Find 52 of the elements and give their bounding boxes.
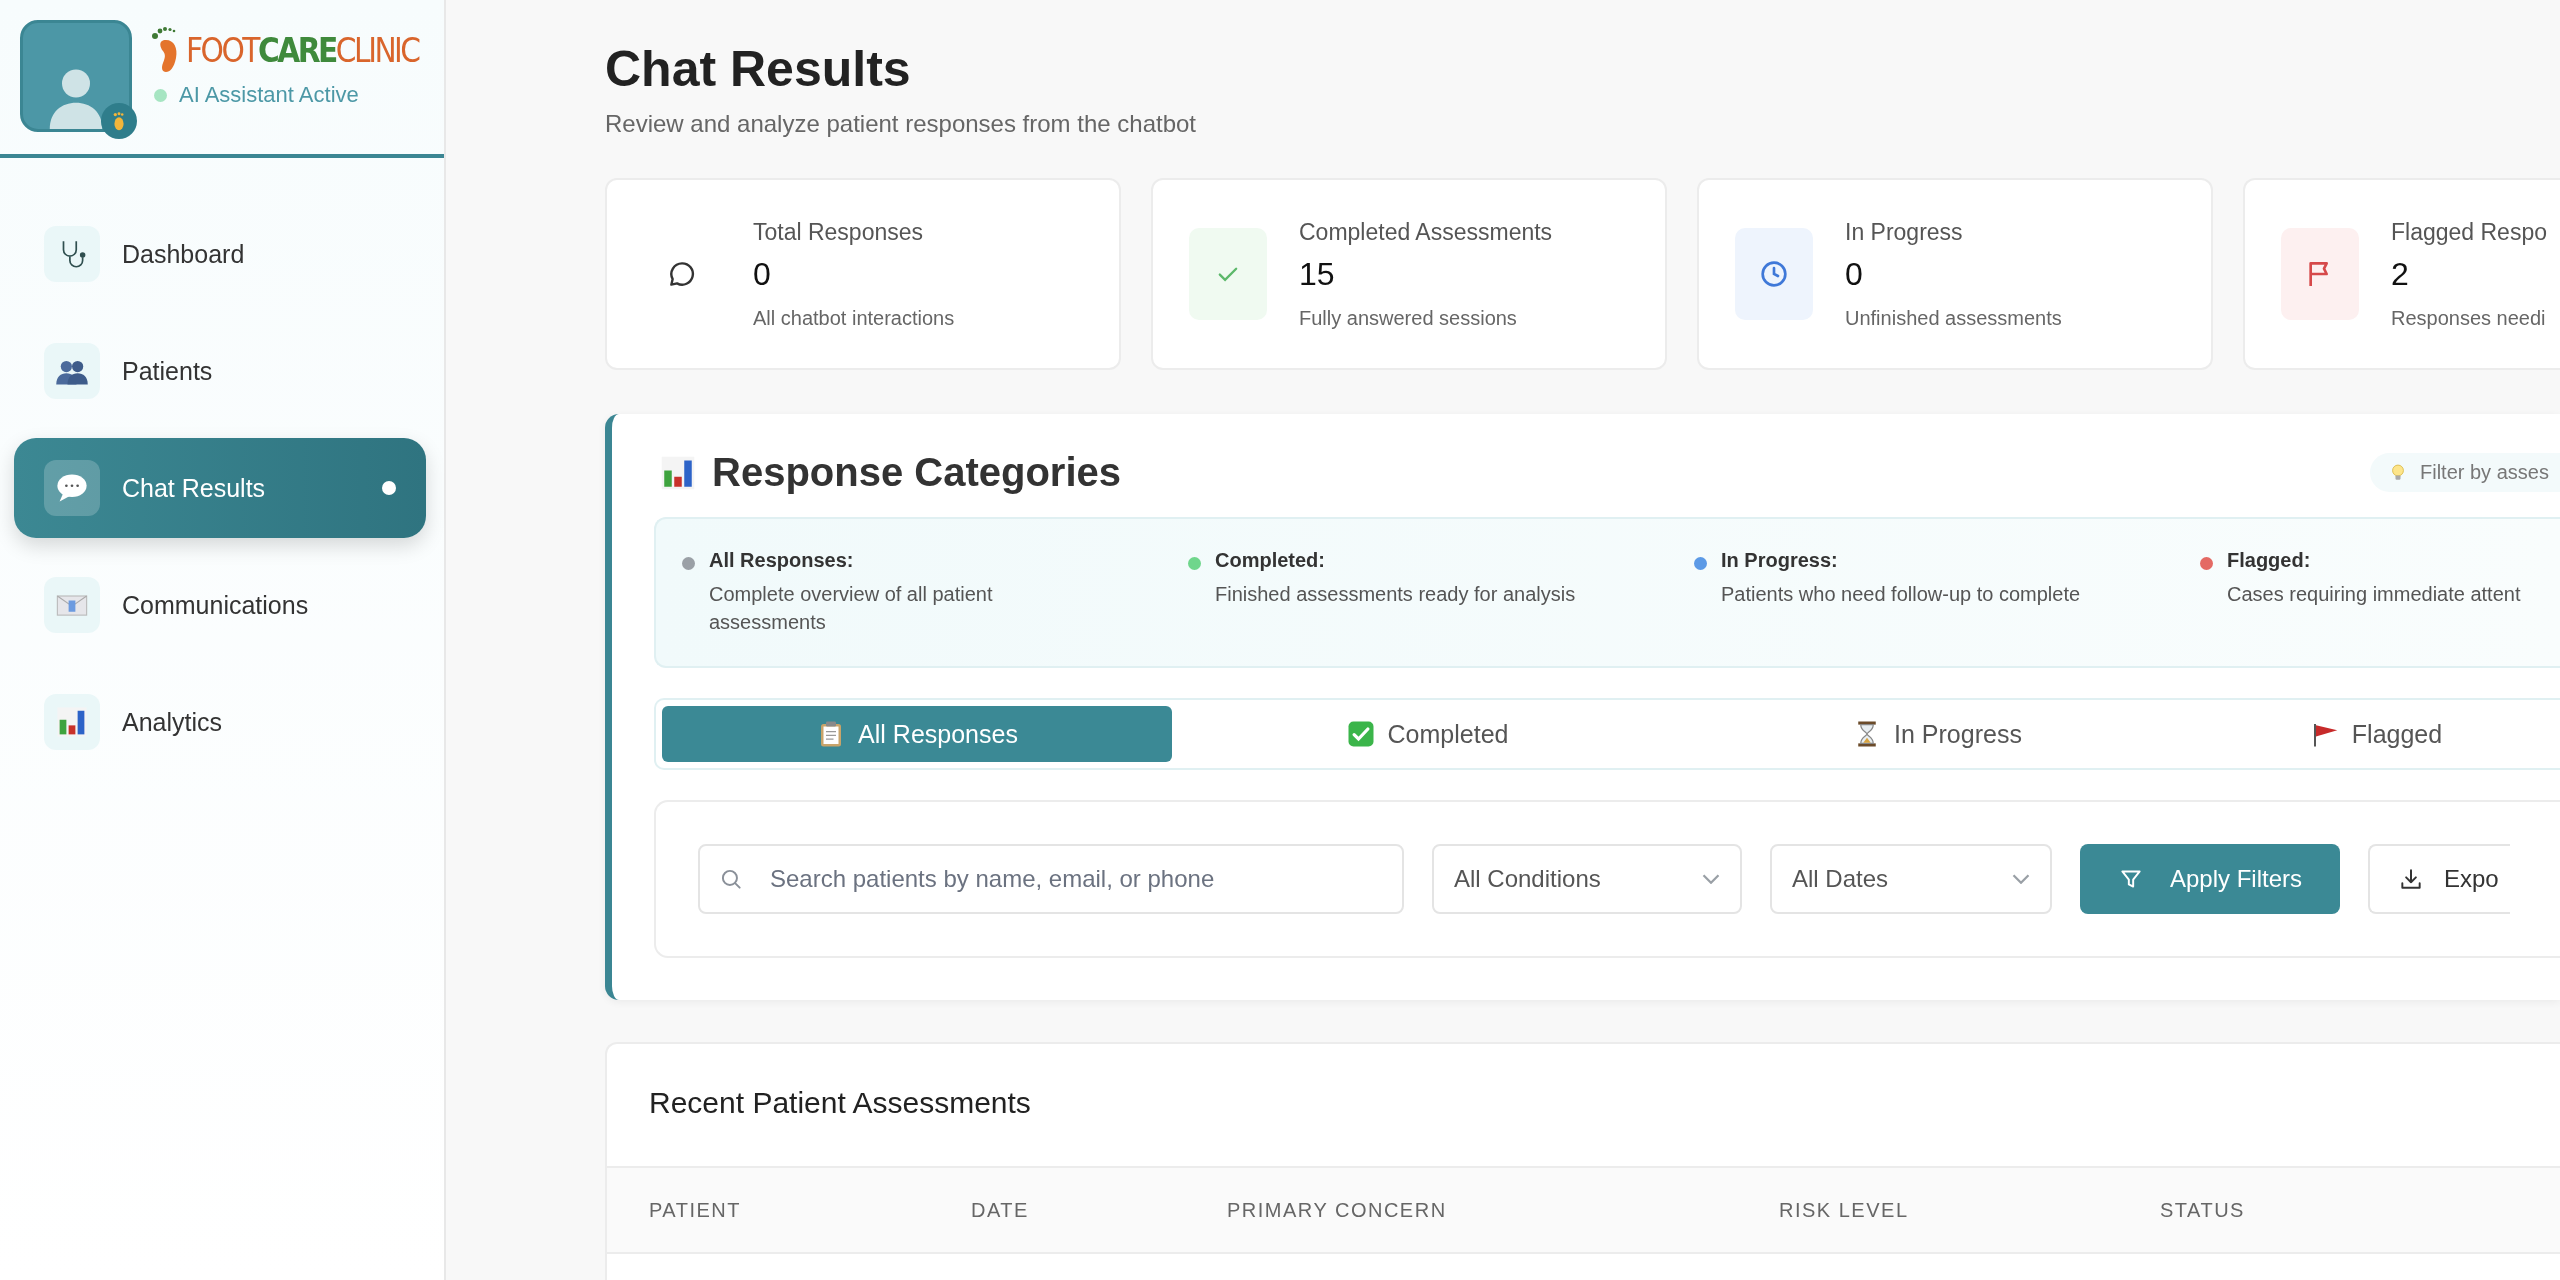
legend-label: Completed: [1215,549,1326,572]
column-header: PATIENT [649,1198,742,1222]
stat-caption: Fully answered sessions [1299,306,1518,330]
category-tab[interactable]: In Progress [1682,706,2192,762]
nav-item[interactable]: Patients [14,321,426,421]
stat-caption: Unfinished assessments [1845,306,2062,330]
chevron-down-icon [2012,874,2030,884]
column-header: RISK LEVEL [1779,1198,1910,1222]
column-header: STATUS [2160,1198,2246,1222]
category-tab[interactable]: All Responses [662,706,1172,762]
chevron-down-icon [1702,874,1720,884]
column-header: DATE [971,1198,1030,1222]
page-subtitle: Review and analyze patient responses from the chatbot [605,110,1197,138]
category-tab[interactable]: Flagged [2192,706,2560,762]
column-header: PRIMARY CONCERN [1227,1198,1448,1222]
legend-description: Patients who need follow-up to complete [1721,582,2081,607]
checkbox-icon [1345,719,1376,749]
stat-value: 2 [2391,255,2410,293]
clock-icon [1758,258,1790,290]
nav-item[interactable]: Analytics [14,672,426,772]
legend-label: All Responses: [709,549,855,572]
nav-item[interactable]: Communications [14,555,426,655]
filter-dropdown[interactable]: All Conditions [1432,844,1742,914]
search-field[interactable]: Search patients by name, email, or phone [698,844,1404,914]
assistant-status-label: AI Assistant Active [179,82,359,108]
nav-item[interactable]: Dashboard [14,204,426,304]
legend-description: Finished assessments ready for analysis [1215,582,1576,607]
section-title: Response Categories [712,450,1122,495]
page-title: Chat Results [605,40,912,98]
apply-filters-button[interactable]: Apply Filters [2080,844,2340,914]
stat-label: Flagged Respo [2391,218,2547,246]
filter-dropdown[interactable]: All Dates [1770,844,2052,914]
stat-label: In Progress [1845,218,1964,246]
stat-value: 0 [1845,255,1864,293]
stat-label: Completed Assessments [1299,218,1553,246]
stat-caption: Responses needi [2391,306,2547,330]
active-indicator-dot [382,481,396,495]
bar-chart-icon [54,704,90,740]
category-tab[interactable]: Completed [1172,706,1682,762]
legend-label: In Progress: [1721,549,1839,572]
brand-wordmark: FOOTCARECLINIC [186,33,419,67]
legend-description: Complete overview of all patient assessments [709,582,994,635]
stat-value: 15 [1299,255,1336,293]
stat-value: 0 [753,255,772,293]
legend-label: Flagged: [2227,549,2312,572]
stat-label: Total Responses [753,218,925,246]
filter-hint: Filter by asses [2370,453,2560,492]
nav-item[interactable]: Chat Results [14,438,426,538]
status-dot [154,88,167,102]
stat-caption: All chatbot interactions [753,306,955,330]
export-button[interactable]: Expo [2368,844,2510,914]
legend-description: Cases requiring immediate attent [2227,582,2521,607]
